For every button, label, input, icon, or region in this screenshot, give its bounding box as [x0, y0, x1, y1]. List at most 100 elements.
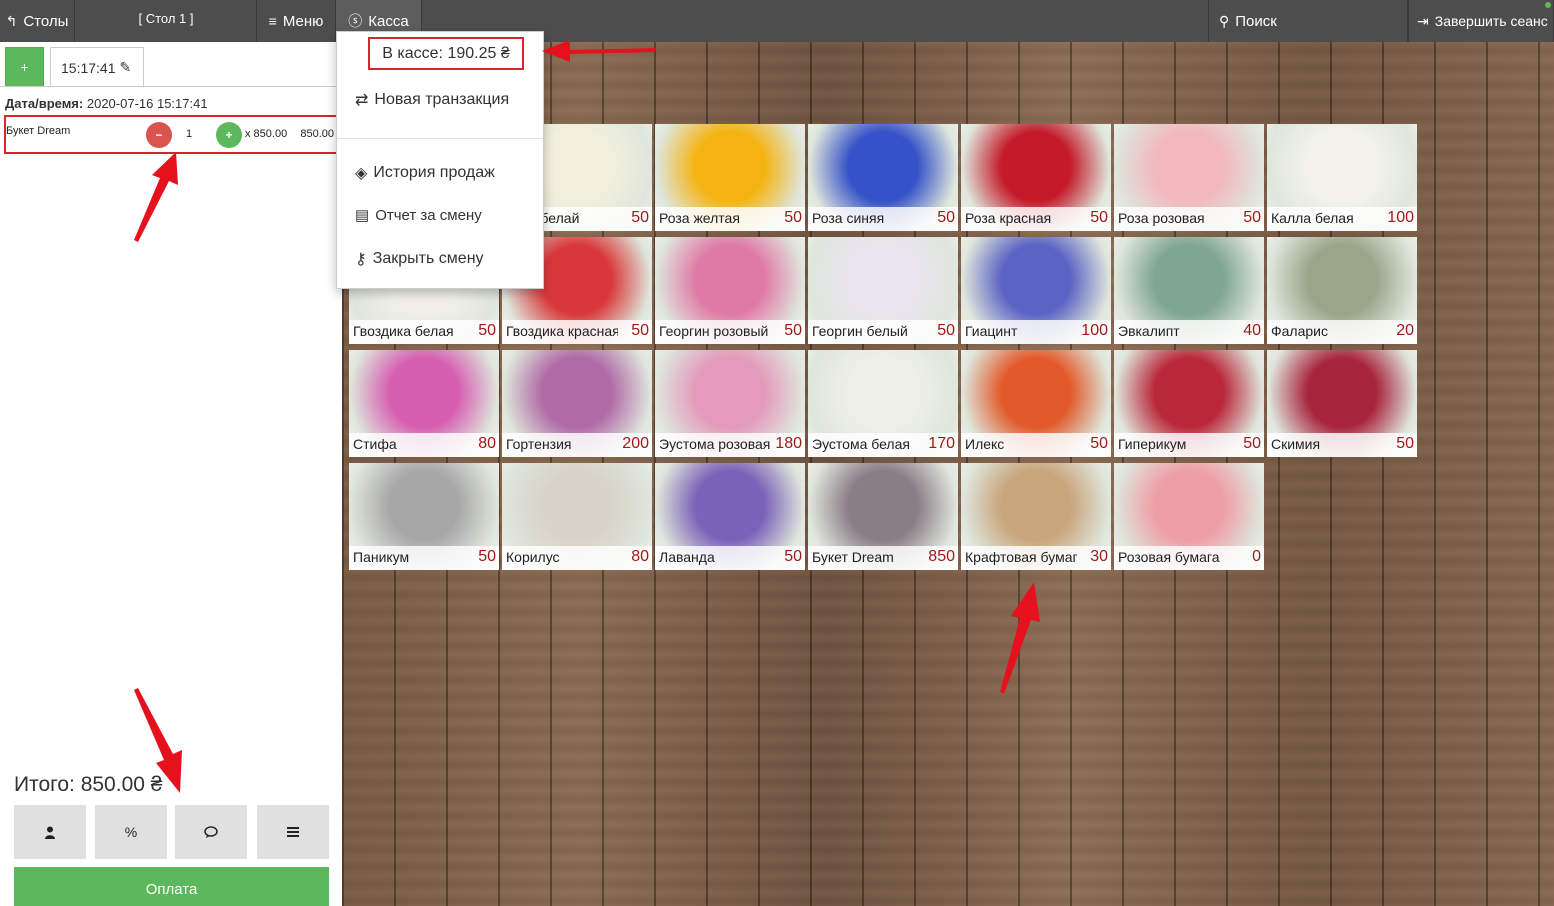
- key-icon: ⚷: [355, 251, 367, 268]
- order-panel: + 15:17:41 ✎ Дата/время: 2020-07-16 15:1…: [0, 42, 342, 906]
- product-price: 200: [622, 435, 649, 452]
- product-label-bar: Гвоздика красная 50: [502, 320, 652, 344]
- product-name: Розовая бумага: [1118, 549, 1220, 565]
- product-name: Роза синяя: [812, 210, 885, 226]
- product-label-bar: Букет Dream 850: [808, 546, 958, 570]
- product-name: Гортензия: [506, 436, 572, 452]
- list-icon: [287, 827, 299, 837]
- product-tile[interactable]: Гортензия 200: [502, 350, 652, 457]
- product-price: 50: [784, 322, 802, 339]
- product-label-bar: Георгин розовый 50: [655, 320, 805, 344]
- product-tile[interactable]: Георгин белый 50: [808, 237, 958, 344]
- product-tile[interactable]: Фаларис 20: [1267, 237, 1417, 344]
- comment-icon: [204, 825, 218, 838]
- product-price: 170: [928, 435, 955, 452]
- product-tile[interactable]: Эвкалипт 40: [1114, 237, 1264, 344]
- product-label-bar: Лаванда 50: [655, 546, 805, 570]
- product-tile[interactable]: Георгин розовый 50: [655, 237, 805, 344]
- product-name: Роза красная: [965, 210, 1052, 226]
- product-name: Роза розовая: [1118, 210, 1205, 226]
- order-tab[interactable]: 15:17:41 ✎: [50, 47, 144, 87]
- search-button[interactable]: ⚲ Поиск: [1208, 0, 1408, 42]
- product-price: 50: [1243, 209, 1261, 226]
- datetime-value: 2020-07-16 15:17:41: [86, 96, 208, 111]
- product-tile[interactable]: Розовая бумага 0: [1114, 463, 1264, 570]
- product-price: 50: [937, 322, 955, 339]
- decrease-qty-button[interactable]: −: [146, 122, 172, 148]
- increase-qty-button[interactable]: +: [216, 122, 242, 148]
- product-label-bar: Гвоздика белая 50: [349, 320, 499, 344]
- product-name: Стифа: [353, 436, 397, 452]
- product-price: 100: [1387, 209, 1414, 226]
- product-tile[interactable]: Эустома белая 170: [808, 350, 958, 457]
- add-order-button[interactable]: +: [5, 47, 44, 87]
- product-tile[interactable]: Роза синяя 50: [808, 124, 958, 231]
- product-tile[interactable]: Букет Dream 850: [808, 463, 958, 570]
- coin-icon: ⓢ: [348, 13, 363, 29]
- cash-balance: В кассе: 190.25 ₴: [368, 37, 524, 70]
- tables-button[interactable]: ↰ Столы: [0, 0, 75, 42]
- menu-button[interactable]: ≡ Меню: [257, 0, 336, 42]
- product-price: 80: [478, 435, 496, 452]
- product-name: Георгин розовый: [659, 323, 769, 339]
- product-name: Крафтовая бумага: [965, 549, 1077, 565]
- menu-label: Меню: [282, 12, 324, 30]
- product-price: 0: [1252, 548, 1261, 565]
- product-tile[interactable]: Крафтовая бумага 30: [961, 463, 1111, 570]
- product-name: Скимия: [1271, 436, 1321, 452]
- customer-button[interactable]: [14, 805, 86, 859]
- product-tile[interactable]: Гиперикум 50: [1114, 350, 1264, 457]
- product-tile[interactable]: Паникум 50: [349, 463, 499, 570]
- product-tile[interactable]: Эустома розовая 180: [655, 350, 805, 457]
- product-label-bar: Роза красная 50: [961, 207, 1111, 231]
- finish-session-button[interactable]: ⇥ Завершить сеанс: [1408, 0, 1554, 42]
- product-tile[interactable]: Роза розовая 50: [1114, 124, 1264, 231]
- product-tile[interactable]: Корилус 80: [502, 463, 652, 570]
- product-label-bar: Скимия 50: [1267, 433, 1417, 457]
- product-price: 50: [478, 322, 496, 339]
- more-menu-button[interactable]: [257, 805, 329, 859]
- shift-report-label: Отчет за смену: [375, 206, 482, 224]
- product-name: Эустома розовая: [659, 436, 771, 452]
- new-transaction-item[interactable]: ⇄ Новая транзакция: [355, 90, 509, 110]
- pencil-icon[interactable]: ✎: [120, 59, 132, 76]
- product-label-bar: Гортензия 200: [502, 433, 652, 457]
- sales-history-item[interactable]: ◈ История продаж: [355, 163, 495, 183]
- product-price: 50: [631, 322, 649, 339]
- discount-button[interactable]: %: [95, 805, 167, 859]
- product-name: Гвоздика красная: [506, 323, 618, 339]
- product-name: Гвоздика белая: [353, 323, 454, 339]
- product-price: 50: [937, 209, 955, 226]
- datetime-label: Дата/время:: [5, 96, 84, 111]
- user-icon: [45, 826, 55, 839]
- product-tile[interactable]: Калла белая 100: [1267, 124, 1417, 231]
- product-label-bar: Гиперикум 50: [1114, 433, 1264, 457]
- product-name: Корилус: [506, 549, 560, 565]
- product-tile[interactable]: Стифа 80: [349, 350, 499, 457]
- product-label-bar: Эустома белая 170: [808, 433, 958, 457]
- product-label-bar: Крафтовая бумага 30: [961, 546, 1111, 570]
- comment-button[interactable]: [175, 805, 247, 859]
- finish-session-label: Завершить сеанс: [1434, 13, 1548, 29]
- product-tile[interactable]: Илекс 50: [961, 350, 1111, 457]
- product-tile[interactable]: Гиацинт 100: [961, 237, 1111, 344]
- order-line-item[interactable]: Букет Dream − 1 + x 850.00 850.00: [4, 115, 338, 154]
- current-table-button[interactable]: [ Стол 1 ]: [76, 0, 257, 42]
- product-tile[interactable]: Лаванда 50: [655, 463, 805, 570]
- percent-icon: %: [124, 824, 138, 840]
- order-item-price: x 850.00: [245, 128, 288, 140]
- close-shift-item[interactable]: ⚷ Закрыть смену: [355, 249, 484, 269]
- product-tile[interactable]: Роза желтая 50: [655, 124, 805, 231]
- product-price: 850: [928, 548, 955, 565]
- order-item-name: Букет Dream: [6, 125, 71, 137]
- dropdown-divider: [337, 138, 543, 139]
- product-label-bar: Роза синяя 50: [808, 207, 958, 231]
- product-name: Лаванда: [659, 549, 715, 565]
- search-icon: ⚲: [1219, 12, 1230, 29]
- product-tile[interactable]: Скимия 50: [1267, 350, 1417, 457]
- product-tile[interactable]: Роза красная 50: [961, 124, 1111, 231]
- shift-report-item[interactable]: ▤ Отчет за смену: [355, 206, 482, 225]
- product-price: 50: [1090, 209, 1108, 226]
- product-label-bar: Стифа 80: [349, 433, 499, 457]
- pay-button[interactable]: Оплата: [14, 867, 329, 906]
